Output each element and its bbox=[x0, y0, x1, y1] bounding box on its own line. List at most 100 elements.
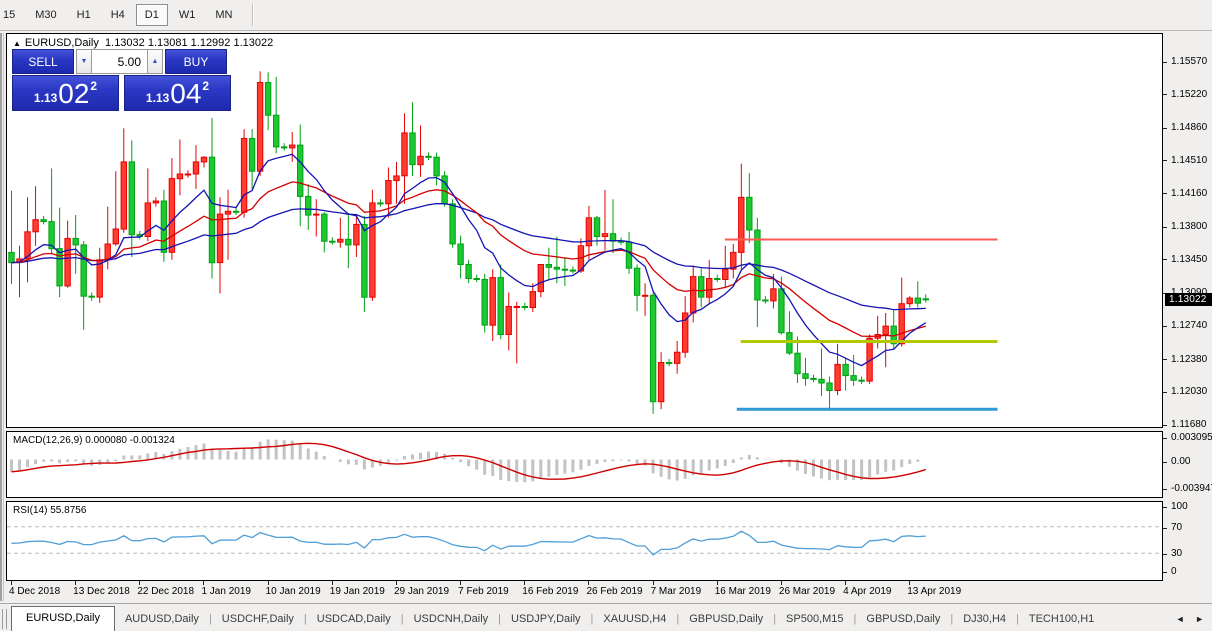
macd-tick-mark bbox=[1163, 461, 1167, 463]
date-tick-mark bbox=[11, 581, 12, 585]
price-tick-label: 1.13450 bbox=[1171, 253, 1208, 265]
macd-tick-mark bbox=[1163, 489, 1167, 490]
chart-symbol-label: EURUSD,Daily bbox=[24, 37, 99, 49]
date-tick-mark bbox=[203, 581, 205, 585]
date-tick-mark bbox=[75, 581, 77, 585]
date-tick-mark bbox=[267, 581, 269, 585]
collapse-arrow-icon[interactable]: ▲ bbox=[13, 39, 21, 48]
price-tick-mark bbox=[1163, 160, 1167, 162]
date-tick-label: 26 Mar 2019 bbox=[778, 586, 836, 597]
price-tick-label: 1.14510 bbox=[1171, 154, 1208, 166]
price-tick-mark bbox=[1163, 193, 1167, 195]
price-tick-mark bbox=[1163, 127, 1167, 129]
date-tick-mark bbox=[780, 581, 782, 585]
rsi-tick-mark bbox=[1163, 507, 1167, 508]
chart-tab-audusd-daily[interactable]: AUDUSD,Daily bbox=[115, 608, 209, 631]
rsi-tick-label: 100 bbox=[1171, 501, 1188, 512]
price-tick-mark bbox=[1163, 359, 1167, 361]
timeframe-button-m30[interactable]: M30 bbox=[26, 4, 65, 26]
rsi-tick-mark bbox=[1163, 572, 1167, 573]
macd-tick-label: -0.003947 bbox=[1171, 483, 1212, 494]
current-price-label: 1.13022 bbox=[1165, 292, 1212, 306]
buy-price-main: 1.13 bbox=[145, 91, 170, 105]
volume-increase-button[interactable]: ▲ bbox=[147, 49, 163, 74]
timeframe-button-d1[interactable]: D1 bbox=[135, 4, 168, 26]
volume-input[interactable] bbox=[92, 49, 147, 74]
timeframe-button-w1[interactable]: W1 bbox=[170, 4, 205, 26]
date-tick-mark bbox=[460, 581, 462, 585]
date-tick-mark bbox=[716, 581, 718, 585]
buy-price-pips: 04 bbox=[170, 78, 202, 109]
sell-button[interactable]: SELL bbox=[12, 49, 74, 74]
chart-tab-sp500-m15[interactable]: SP500,M15 bbox=[776, 608, 853, 631]
price-tick-mark bbox=[1163, 61, 1167, 63]
date-tick-label: 7 Mar 2019 bbox=[650, 586, 702, 597]
price-tick-mark bbox=[1163, 424, 1167, 426]
price-tick-label: 1.12380 bbox=[1171, 353, 1208, 365]
chart-tab-xauusd-h4[interactable]: XAUUSD,H4 bbox=[593, 608, 676, 631]
price-chart-panel[interactable]: ▲ EURUSD,Daily 1.13032 1.13081 1.12992 1.… bbox=[6, 33, 1163, 428]
date-tick-label: 7 Feb 2019 bbox=[458, 586, 509, 597]
price-tick-label: 1.15570 bbox=[1171, 56, 1208, 67]
buy-button[interactable]: BUY bbox=[165, 49, 227, 74]
macd-axis: 0.003095 0.00 -0.003947 bbox=[1163, 431, 1212, 498]
chart-tab-gbpusd-daily[interactable]: GBPUSD,Daily bbox=[679, 608, 773, 631]
buy-price-point: 2 bbox=[202, 79, 210, 93]
chart-tab-usdchf-daily[interactable]: USDCHF,Daily bbox=[212, 608, 304, 631]
chart-tab-bar: EURUSD,Daily AUDUSD,Daily | USDCHF,Daily | US… bbox=[0, 603, 1212, 631]
timeframe-button-mn[interactable]: MN bbox=[206, 4, 241, 26]
rsi-tick-label: 30 bbox=[1171, 548, 1183, 559]
window-left-edge bbox=[0, 33, 4, 601]
timeframe-toolbar: 15 M30 H1 H4 D1 W1 MN bbox=[0, 0, 1212, 31]
price-tick-mark bbox=[1163, 226, 1167, 228]
macd-label: MACD(12,26,9) 0.000080 -0.001324 bbox=[13, 435, 175, 446]
date-tick-mark bbox=[652, 581, 654, 585]
date-tick-label: 16 Feb 2019 bbox=[522, 586, 579, 597]
date-tick-label: 13 Apr 2019 bbox=[907, 586, 962, 597]
volume-decrease-button[interactable]: ▼ bbox=[76, 49, 92, 74]
macd-tick-label: 0.003095 bbox=[1171, 432, 1212, 443]
rsi-tick-label: 0 bbox=[1171, 566, 1177, 577]
date-tick-label: 16 Mar 2019 bbox=[714, 586, 771, 597]
tabbar-grip bbox=[2, 609, 7, 629]
date-axis[interactable]: 4 Dec 2018 13 Dec 2018 22 Dec 2018 1 Jan 20… bbox=[6, 581, 1163, 601]
sell-price-display[interactable]: 1.13 02 2 bbox=[12, 75, 119, 111]
date-tick-label: 19 Jan 2019 bbox=[329, 586, 385, 597]
date-tick-label: 29 Jan 2019 bbox=[393, 586, 450, 597]
date-tick-label: 13 Dec 2018 bbox=[73, 586, 130, 597]
macd-panel[interactable]: MACD(12,26,9) 0.000080 -0.001324 bbox=[6, 431, 1163, 498]
date-tick-label: 22 Dec 2018 bbox=[137, 586, 195, 597]
chart-tab-usdcad-daily[interactable]: USDCAD,Daily bbox=[307, 608, 401, 631]
date-tick-mark bbox=[139, 581, 141, 585]
tab-scroll-arrows[interactable]: ◄ ► bbox=[1176, 614, 1208, 624]
price-tick-label: 1.14860 bbox=[1171, 122, 1208, 134]
rsi-panel[interactable]: RSI(14) 55.8756 bbox=[6, 501, 1163, 581]
macd-tick-mark bbox=[1163, 438, 1167, 439]
price-tick-label: 1.11680 bbox=[1171, 419, 1207, 430]
chart-tab-usdjpy-daily[interactable]: USDJPY,Daily bbox=[501, 608, 591, 631]
buy-price-display[interactable]: 1.13 04 2 bbox=[124, 75, 231, 111]
chart-ohlc-values: 1.13032 1.13081 1.12992 1.13022 bbox=[105, 37, 274, 49]
timeframe-button-h1[interactable]: H1 bbox=[68, 4, 100, 26]
sell-price-pips: 02 bbox=[58, 78, 90, 109]
price-axis[interactable]: 1.15570 1.15220 1.14860 1.14510 1.14160 1.138… bbox=[1163, 33, 1212, 430]
date-tick-label: 4 Dec 2018 bbox=[9, 586, 61, 597]
one-click-trading-panel: SELL ▼ ▲ BUY 1.13 02 2 1.13 04 2 bbox=[12, 49, 231, 111]
date-tick-mark bbox=[909, 581, 911, 585]
timeframe-button-15[interactable]: 15 bbox=[0, 4, 24, 26]
chart-tab-eurusd-daily[interactable]: EURUSD,Daily bbox=[11, 606, 115, 631]
chart-tab-usdcnh-daily[interactable]: USDCNH,Daily bbox=[404, 608, 499, 631]
chart-tab-tech100-h1[interactable]: TECH100,H1 bbox=[1019, 608, 1104, 631]
timeframe-button-h4[interactable]: H4 bbox=[102, 4, 134, 26]
date-tick-label: 4 Apr 2019 bbox=[843, 586, 892, 597]
rsi-axis: 100 70 30 0 bbox=[1163, 501, 1212, 581]
chart-tab-dj30-h4[interactable]: DJ30,H4 bbox=[953, 608, 1016, 631]
rsi-tick-mark bbox=[1163, 554, 1167, 555]
chart-tab-gbpusd-daily[interactable]: GBPUSD,Daily bbox=[856, 608, 950, 631]
sell-price-point: 2 bbox=[90, 79, 98, 93]
macd-plot bbox=[10, 439, 928, 483]
price-tick-label: 1.12740 bbox=[1171, 320, 1208, 332]
rsi-tick-label: 70 bbox=[1171, 521, 1183, 533]
date-tick-mark bbox=[395, 581, 397, 585]
price-tick-mark bbox=[1163, 259, 1167, 261]
